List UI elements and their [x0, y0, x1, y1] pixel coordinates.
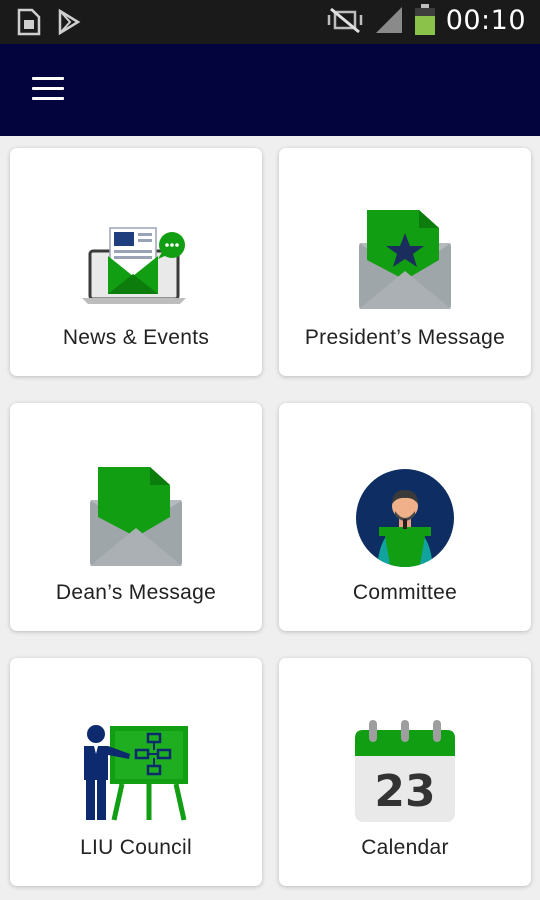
sim-card-icon [17, 8, 41, 36]
battery-icon [414, 4, 435, 35]
tile-calendar[interactable]: 23 Calendar [279, 658, 531, 886]
committee-icon [356, 469, 454, 567]
calendar-day: 23 [374, 766, 435, 817]
tile-news-events[interactable]: News & Events [10, 148, 262, 376]
tile-label: Committee [352, 581, 458, 604]
tile-committee[interactable]: Committee [279, 403, 531, 631]
menu-grid: News & Events President’s Message Dean’s… [0, 136, 540, 900]
play-store-icon [58, 8, 81, 36]
status-right-icons: 00:10 [326, 4, 526, 36]
tile-label: Calendar [361, 836, 449, 859]
hamburger-menu-icon[interactable] [22, 66, 74, 114]
liu-council-icon [84, 725, 188, 821]
tile-liu-council[interactable]: LIU Council [10, 658, 262, 886]
president-message-icon [359, 210, 451, 309]
status-time: 00:10 [445, 4, 526, 36]
status-bar: 00:10 [0, 0, 540, 44]
tile-label: News & Events [62, 326, 210, 349]
app-bar [0, 44, 540, 136]
tile-label: LIU Council [80, 836, 192, 859]
dean-message-icon [90, 467, 182, 566]
tile-deans-message[interactable]: Dean’s Message [10, 403, 262, 631]
signal-icon [375, 7, 402, 33]
status-left-icons [16, 8, 82, 36]
news-events-icon [82, 227, 186, 304]
mute-vibrate-icon [327, 7, 362, 34]
tile-label: President’s Message [304, 326, 506, 349]
tile-label: Dean’s Message [55, 581, 217, 604]
calendar-icon: 23 [355, 720, 455, 822]
tile-presidents-message[interactable]: President’s Message [279, 148, 531, 376]
